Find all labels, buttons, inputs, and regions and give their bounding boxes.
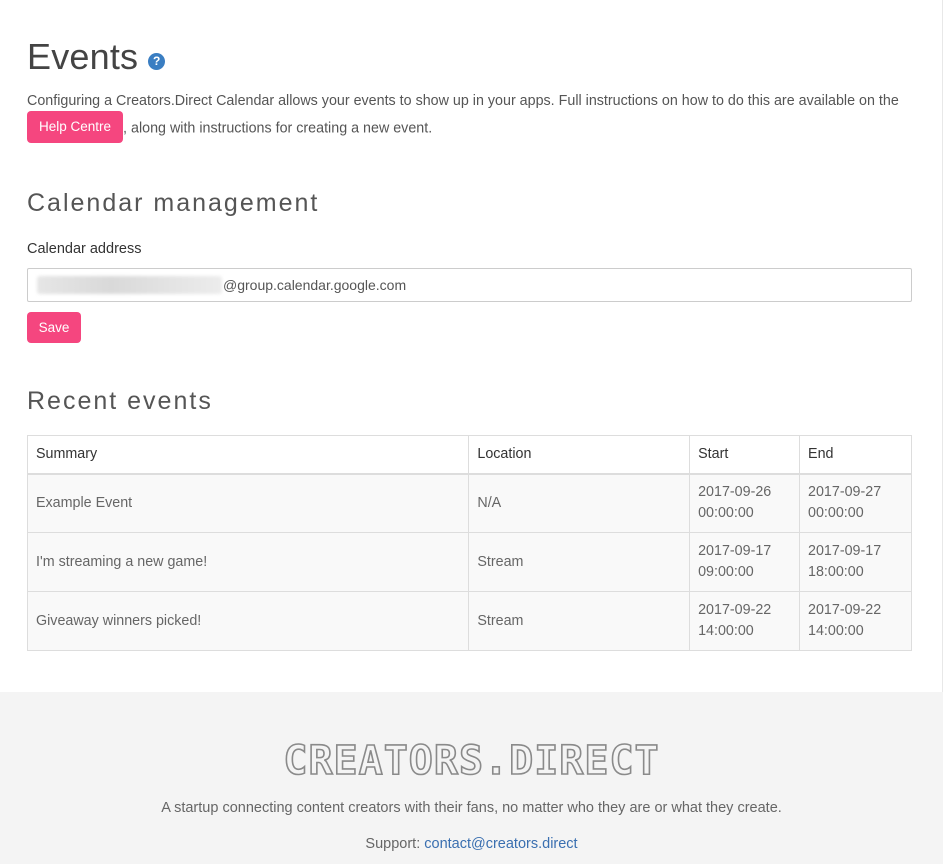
event-start-date: 2017-09-22 — [698, 602, 772, 618]
event-end-date: 2017-09-27 — [808, 484, 882, 501]
table-row[interactable]: Giveaway winners picked! Stream 2017-09-… — [26, 591, 912, 651]
event-start-date: 2017-09-26 — [698, 484, 772, 501]
calendar-address-label: Calendar address — [27, 241, 142, 257]
event-end-time: 18:00:00 — [808, 564, 864, 580]
event-summary: Example Event — [26, 473, 470, 533]
intro-text-before: Configuring a Creators.Direct Calendar a… — [27, 93, 899, 109]
help-centre-button[interactable]: Help Centre — [27, 111, 124, 143]
event-start-date: 2017-09-17 — [698, 543, 772, 559]
table-row[interactable]: Example Event N/A 2017-09-26 00:00:00 201… — [26, 473, 912, 533]
event-location: Stream — [468, 532, 691, 592]
event-start-time: 00:00:00 — [698, 505, 754, 522]
table-header-row: Summary Location Start End — [26, 435, 912, 475]
page-title: Events ? — [27, 36, 166, 78]
event-start: 2017-09-17 09:00:00 — [689, 532, 801, 592]
event-start-time: 09:00:00 — [698, 564, 754, 580]
main-content: Events ? Configuring a Creators.Direct C… — [0, 0, 943, 692]
redacted-address-part — [37, 276, 222, 294]
column-header-summary[interactable]: Summary — [26, 435, 470, 475]
column-header-location[interactable]: Location — [468, 435, 691, 475]
event-end: 2017-09-22 14:00:00 — [799, 591, 912, 651]
support-label: Support: — [365, 836, 425, 852]
event-end-time: 14:00:00 — [808, 623, 864, 639]
intro-text-after: , along with instructions for creating a… — [123, 120, 433, 137]
table-row[interactable]: I'm streaming a new game! Stream 2017-09… — [26, 532, 912, 592]
column-header-end[interactable]: End — [799, 435, 912, 475]
calendar-address-value: @group.calendar.google.com — [223, 277, 407, 293]
support-email-link[interactable]: contact@creators.direct — [424, 836, 577, 852]
creators-direct-logo: CREATORS.DIRECT — [283, 737, 660, 785]
calendar-management-heading: Calendar management — [27, 189, 320, 217]
event-summary: I'm streaming a new game! — [26, 532, 470, 592]
event-end-date: 2017-09-22 — [808, 602, 882, 618]
event-end: 2017-09-27 00:00:00 — [799, 473, 912, 533]
event-start: 2017-09-26 00:00:00 — [689, 473, 801, 533]
footer-support: Support: contact@creators.direct — [0, 836, 943, 852]
events-table: Summary Location Start End Example Event… — [26, 435, 912, 651]
event-location: Stream — [468, 591, 691, 651]
event-summary: Giveaway winners picked! — [26, 591, 470, 651]
event-start: 2017-09-22 14:00:00 — [689, 591, 801, 651]
page-title-text: Events — [27, 36, 139, 77]
column-header-start[interactable]: Start — [689, 435, 801, 475]
event-end: 2017-09-17 18:00:00 — [799, 532, 912, 592]
event-location: N/A — [468, 473, 691, 533]
save-button[interactable]: Save — [27, 312, 81, 343]
footer: CREATORS.DIRECT A startup connecting con… — [0, 692, 943, 864]
footer-tagline: A startup connecting content creators wi… — [161, 800, 782, 816]
event-end-time: 00:00:00 — [808, 505, 864, 522]
recent-events-heading: Recent events — [27, 387, 213, 415]
intro-paragraph: Configuring a Creators.Direct Calendar a… — [27, 88, 917, 143]
calendar-address-input[interactable]: @group.calendar.google.com — [27, 268, 912, 302]
question-circle-icon[interactable]: ? — [148, 52, 166, 70]
event-end-date: 2017-09-17 — [808, 543, 882, 559]
event-start-time: 14:00:00 — [698, 623, 754, 639]
